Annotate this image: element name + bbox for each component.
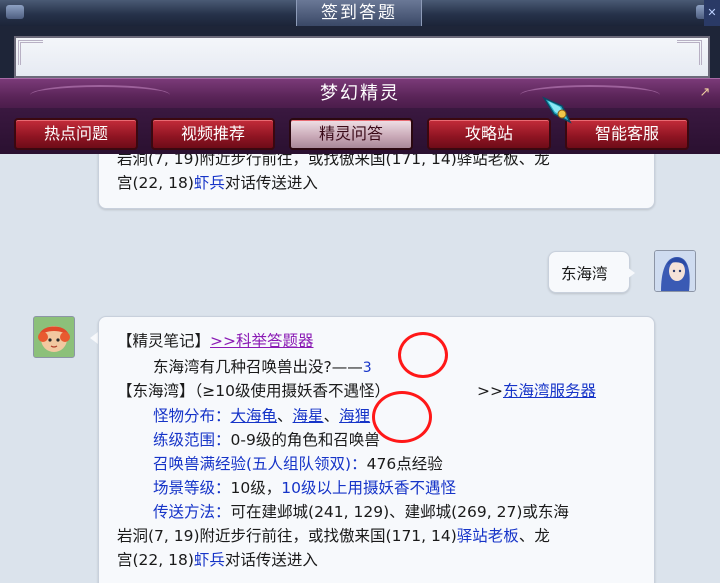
question-line: 东海湾有几种召唤兽出没?——3 xyxy=(153,355,372,377)
previous-reply-bubble: 岩洞(7, 19)附近步行前往，或找傲来国(171, 14)驿站老板、龙 宫(2… xyxy=(98,154,655,209)
sprite-bubble-tail xyxy=(90,332,98,344)
monster-link-beaver[interactable]: 海狸 xyxy=(339,407,370,425)
monsters-line: 怪物分布：大海龟、海星、海狸 xyxy=(153,404,370,426)
sprite-reply-bubble: 【精灵笔记】>>科举答题器 东海湾有几种召唤兽出没?——3 【东海湾】（≥10级… xyxy=(98,316,655,583)
question-text: 东海湾有几种召唤兽出没? xyxy=(153,358,332,376)
user-message-text: 东海湾 xyxy=(561,265,608,283)
exp-value: 476点经验 xyxy=(366,455,443,473)
close-icon[interactable]: ✕ xyxy=(704,0,720,26)
user-bubble-tail xyxy=(627,267,635,279)
tab-strategy[interactable]: 攻略站 xyxy=(427,118,551,150)
window-titlebar: 签到答题 ✕ xyxy=(0,0,720,27)
sprite-avatar[interactable] xyxy=(33,316,75,358)
server-line: >>东海湾服务器 xyxy=(477,379,596,401)
scene-line: 场景等级：10级，10级以上用摄妖香不遇怪 xyxy=(153,476,456,498)
user-avatar-portrait xyxy=(655,251,695,291)
server-link[interactable]: 东海湾服务器 xyxy=(503,382,596,400)
scene-note: 10级以上用摄妖香不遇怪 xyxy=(281,479,456,497)
monster-link-turtle[interactable]: 大海龟 xyxy=(231,407,278,425)
user-avatar[interactable] xyxy=(654,250,696,292)
travel-line2: 岩洞(7, 19)附近步行前往，或找傲来国(171, 14)驿站老板、龙 xyxy=(117,524,550,546)
header-band: 梦幻精灵 ↗ xyxy=(0,78,720,109)
previous-reply-line1: 岩洞(7, 19)附近步行前往，或找傲来国(171, 14)驿站老板、龙 xyxy=(117,154,550,168)
note-line: 【精灵笔记】>>科举答题器 xyxy=(117,329,314,351)
exam-helper-link[interactable]: >>科举答题器 xyxy=(210,332,313,350)
travel-text-2-end: 、龙 xyxy=(518,527,550,545)
top-frame-panel xyxy=(14,36,710,78)
tab-bar: 热点问题 视频推荐 精灵问答 攻略站 智能客服 xyxy=(0,108,720,154)
travel-text-3: 宫(22, 18) xyxy=(117,551,194,569)
zone-title: 【东海湾】（≥10级使用摄妖香不遇怪） xyxy=(117,382,390,400)
window-title: 签到答题 xyxy=(296,0,422,26)
level-label: 练级范围： xyxy=(153,431,231,449)
travel-line3: 宫(22, 18)虾兵对话传送进入 xyxy=(117,548,318,570)
monster-separator-1: 、 xyxy=(277,407,293,425)
scene-label: 场景等级： xyxy=(153,479,231,497)
previous-reply-text: 宫(22, 18) xyxy=(117,174,194,192)
travel-text-2: 岩洞(7, 19)附近步行前往，或找傲来国(171, 14) xyxy=(117,527,457,545)
tab-smart-service[interactable]: 智能客服 xyxy=(565,118,689,150)
scene-value: 10级， xyxy=(230,479,282,497)
monster-separator-2: 、 xyxy=(323,407,340,425)
exp-line: 召唤兽满经验(五人组队领双)：476点经验 xyxy=(153,452,443,474)
user-message-bubble: 东海湾 xyxy=(548,251,630,293)
sprite-avatar-portrait xyxy=(34,317,74,357)
exp-label: 召唤兽满经验(五人组队领双)： xyxy=(153,455,367,473)
monsters-label: 怪物分布： xyxy=(153,407,231,425)
gem-icon xyxy=(542,96,572,124)
tab-hot-questions[interactable]: 热点问题 xyxy=(14,118,138,150)
travel-text-3-end: 对话传送进入 xyxy=(224,551,318,569)
frame-corner-ornament-left xyxy=(18,40,43,65)
monster-link-starfish[interactable]: 海星 xyxy=(293,407,324,425)
note-label: 【精灵笔记】 xyxy=(117,332,211,350)
travel-line1: 传送方法：可在建邺城(241, 129)、建邺城(269, 27)或东海 xyxy=(153,500,569,522)
header-title: 梦幻精灵 xyxy=(320,83,400,104)
level-value: 0-9级的角色和召唤兽 xyxy=(230,431,380,449)
npc-link-xiabing[interactable]: 虾兵 xyxy=(194,174,225,192)
npc-link-station-owner[interactable]: 驿站老板 xyxy=(457,527,519,545)
server-prefix: >> xyxy=(477,382,503,400)
tab-video-recommend[interactable]: 视频推荐 xyxy=(151,118,275,150)
travel-label: 传送方法： xyxy=(153,503,231,521)
top-frame xyxy=(0,26,720,78)
travel-text-1: 可在建邺城(241, 129)、建邺城(269, 27)或东海 xyxy=(230,503,569,521)
chat-area[interactable]: 岩洞(7, 19)附近步行前往，或找傲来国(171, 14)驿站老板、龙 宫(2… xyxy=(0,154,720,583)
previous-reply-line2: 宫(22, 18)虾兵对话传送进入 xyxy=(117,171,318,193)
npc-link-xiabing-2[interactable]: 虾兵 xyxy=(194,551,225,569)
popout-icon[interactable]: ↗ xyxy=(698,86,712,100)
answer-value: 3 xyxy=(362,360,372,376)
level-line: 练级范围：0-9级的角色和召唤兽 xyxy=(153,428,380,450)
frame-corner-ornament-right xyxy=(677,40,702,65)
tab-sprite-qa[interactable]: 精灵问答 xyxy=(289,118,413,150)
titlebar-ornament-left xyxy=(6,5,24,19)
previous-reply-text-end: 对话传送进入 xyxy=(224,174,318,192)
question-dash: —— xyxy=(331,358,363,376)
